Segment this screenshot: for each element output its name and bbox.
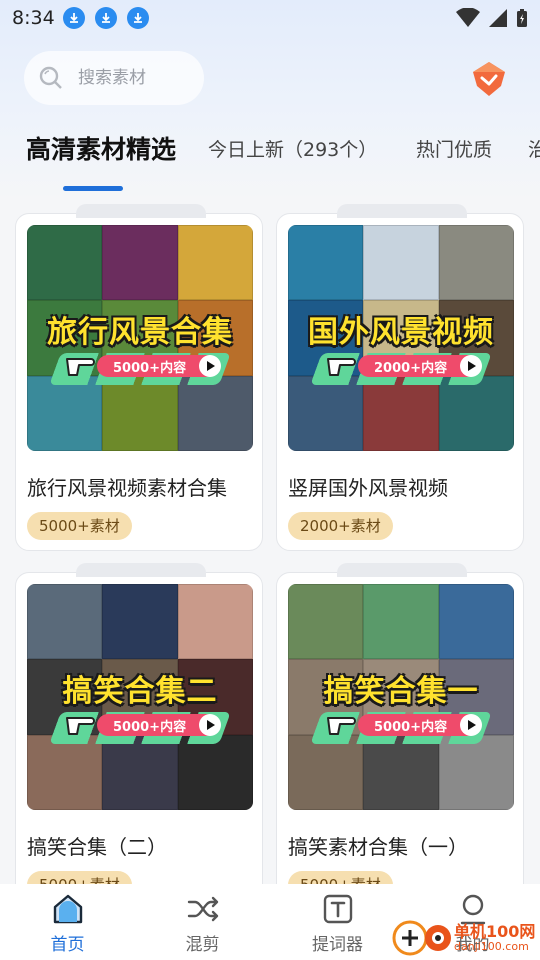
- thumbnail-count-pill: 5000+内容: [97, 714, 221, 736]
- thumbnail-count-pill: 5000+内容: [97, 355, 221, 377]
- teleprompter-icon: [323, 894, 352, 924]
- status-time: 8:34: [12, 7, 55, 29]
- thumbnail-count: 5000+内容: [113, 719, 187, 735]
- material-card[interactable]: 搞笑合集二5000+内容搞笑合集（二）5000+素材: [15, 563, 263, 910]
- watermark-url: danji100.com: [454, 940, 529, 953]
- nav-label: 首页: [50, 935, 85, 955]
- search-box[interactable]: [24, 51, 204, 105]
- wifi-icon: [456, 8, 480, 27]
- thumbnail-count-pill: 2000+内容: [358, 355, 482, 377]
- signal-icon: [489, 9, 507, 27]
- watermark-logo-icon: [392, 920, 451, 956]
- card-stack-tab: [76, 204, 206, 218]
- material-card[interactable]: 旅行风景合集 5000+内容旅行风景视频素材合集 5000+素材: [15, 204, 263, 551]
- home-icon: [53, 894, 82, 924]
- thumbnail-title: 搞笑合集一: [323, 674, 479, 709]
- watermark-title: 单机100网: [454, 922, 536, 941]
- play-icon: [460, 355, 482, 377]
- card-thumbnail[interactable]: 旅行风景合集 5000+内容: [27, 225, 253, 451]
- search-input[interactable]: [78, 68, 198, 88]
- play-icon: [460, 714, 482, 736]
- thumbnail-count-pill: 5000+内容: [358, 714, 482, 736]
- play-icon: [199, 714, 221, 736]
- material-count-badge: 5000+素材: [27, 512, 132, 540]
- pointing-hand-icon: [66, 717, 95, 735]
- thumbnail-title: 国外风景视频: [308, 315, 494, 350]
- thumbnail-title: 搞笑合集二: [62, 674, 218, 709]
- card-title: 竖屏国外风景视频: [288, 476, 448, 500]
- pointing-hand-icon: [327, 358, 356, 376]
- thumbnail-title: 旅行风景合集: [47, 315, 233, 350]
- shuffle-icon: [187, 896, 218, 922]
- pointing-hand-icon: [327, 717, 356, 735]
- card-stack-tab: [76, 563, 206, 577]
- card-thumbnail[interactable]: 国外风景视频 2000+内容: [288, 225, 514, 451]
- tab-hot[interactable]: 热门优质: [416, 126, 492, 174]
- card-title: 搞笑素材合集（一）: [288, 835, 468, 859]
- nav-item-remix[interactable]: 混剪: [135, 884, 270, 960]
- nav-label: 提词器: [312, 935, 363, 955]
- thumbnail-count: 5000+内容: [113, 360, 187, 376]
- play-icon: [199, 355, 221, 377]
- pointing-hand-icon: [66, 358, 95, 376]
- status-icons: [456, 8, 528, 28]
- tab-more[interactable]: 治: [528, 126, 540, 174]
- status-bar: 8:34: [0, 0, 540, 36]
- battery-icon: [517, 9, 527, 27]
- tab-hd-picks[interactable]: 高清素材精选: [26, 126, 176, 174]
- card-thumbnail[interactable]: 搞笑合集二 5000+内容: [27, 584, 253, 810]
- material-card[interactable]: 搞笑合集一5000+内容搞笑素材合集（一）5000+素材: [276, 563, 524, 910]
- card-thumbnail[interactable]: 搞笑合集一 5000+内容: [288, 584, 514, 810]
- nav-label: 混剪: [185, 935, 220, 955]
- thumbnail-count: 2000+内容: [374, 360, 448, 376]
- card-title: 旅行风景视频素材合集: [27, 476, 227, 500]
- download-icon: [94, 7, 117, 29]
- material-card[interactable]: 国外风景视频 2000+内容竖屏国外风景视频 2000+素材: [276, 204, 524, 551]
- vip-diamond-icon[interactable]: [468, 58, 510, 100]
- search-icon: [39, 66, 62, 89]
- active-tab-indicator: [63, 186, 123, 191]
- category-tabs: 高清素材精选 今日上新（293个） 热门优质 治: [0, 126, 540, 176]
- tab-new-today[interactable]: 今日上新（293个）: [208, 126, 377, 174]
- download-icon: [62, 7, 85, 29]
- download-icon: [126, 7, 149, 29]
- site-watermark: 单机100网 danji100.com: [390, 912, 540, 960]
- material-count-badge: 2000+素材: [288, 512, 393, 540]
- nav-item-teleprompter[interactable]: 提词器: [270, 884, 405, 960]
- card-stack-tab: [337, 563, 467, 577]
- nav-item-home[interactable]: 首页: [0, 884, 135, 960]
- card-title: 搞笑合集（二）: [27, 835, 167, 859]
- thumbnail-count: 5000+内容: [374, 719, 448, 735]
- card-stack-tab: [337, 204, 467, 218]
